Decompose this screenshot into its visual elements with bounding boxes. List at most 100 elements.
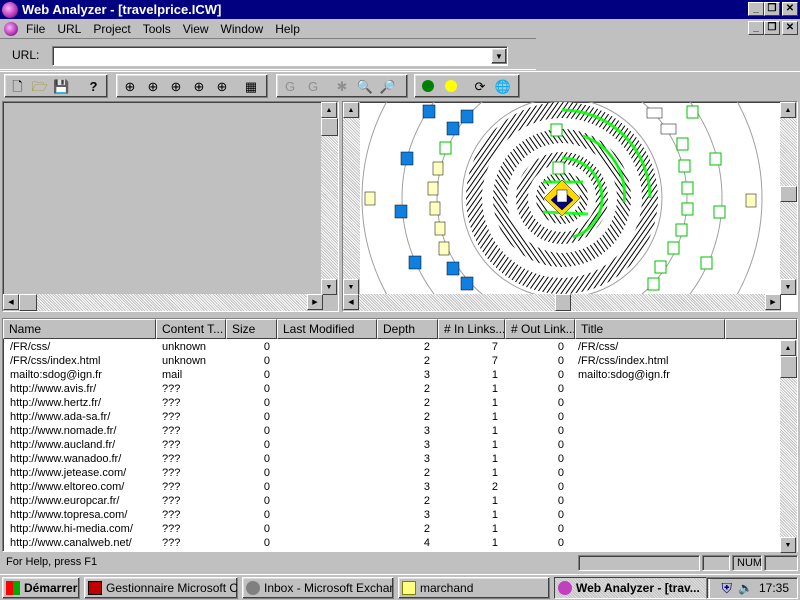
- new-icon[interactable]: 🗋: [7, 75, 28, 97]
- url-combobox[interactable]: ▼: [52, 46, 508, 66]
- back-icon[interactable]: G: [279, 75, 301, 97]
- table-row[interactable]: http://www.hertz.fr/??? 0 2 1 0: [3, 396, 782, 410]
- table-row[interactable]: http://www.ada-sa.fr/??? 0 2 1 0: [3, 410, 782, 424]
- help-icon[interactable]: ?: [83, 75, 104, 97]
- table-cell: [571, 466, 731, 480]
- map-horizontal-scrollbar[interactable]: ◀ ▶: [343, 294, 781, 311]
- map-scroll-up-right-button[interactable]: ▲: [780, 102, 796, 118]
- map-vertical-scrollbar[interactable]: ▲ ▼: [780, 102, 797, 295]
- task-gestionnaire[interactable]: Gestionnaire Microsoft Of...: [84, 577, 238, 599]
- table-row[interactable]: http://www.hi-media.com/??? 0 2 1 0: [3, 522, 782, 536]
- table-cell: 0: [557, 411, 564, 423]
- globe-icon[interactable]: 🌐: [492, 75, 514, 97]
- forward-icon[interactable]: G: [302, 75, 324, 97]
- menu-help[interactable]: Help: [269, 22, 306, 36]
- title-bar[interactable]: Web Analyzer - [travelprice.ICW] _ ❐ ✕: [0, 0, 800, 19]
- table-row[interactable]: http://www.europcar.fr/??? 0 2 1 0: [3, 494, 782, 508]
- column-title-header[interactable]: Title: [575, 319, 725, 339]
- column-content-type-header[interactable]: Content T...: [156, 319, 226, 339]
- refresh-icon[interactable]: ⟳: [469, 75, 491, 97]
- maximize-button[interactable]: ❐: [764, 2, 780, 16]
- menu-view[interactable]: View: [177, 22, 215, 36]
- map-view-2-icon[interactable]: ⊕: [142, 75, 164, 97]
- table-row[interactable]: http://www.wanadoo.fr/??? 0 3 1 0: [3, 452, 782, 466]
- column-size-header[interactable]: Size: [226, 319, 277, 339]
- grid-view-icon[interactable]: ▦: [240, 75, 262, 97]
- table-row[interactable]: http://www.canalweb.net/??? 0 4 1 0: [3, 536, 782, 550]
- map-scroll-left-button[interactable]: ◀: [343, 294, 359, 310]
- zoom-in-icon[interactable]: 🔍: [354, 75, 376, 97]
- map-scroll-down-button[interactable]: ▼: [343, 279, 359, 295]
- column-depth-header[interactable]: Depth: [377, 319, 438, 339]
- clock[interactable]: 17:35: [759, 581, 789, 595]
- map-view-5-icon[interactable]: ⊕: [211, 75, 233, 97]
- shield-icon[interactable]: ⛨: [722, 580, 733, 597]
- menu-project[interactable]: Project: [87, 22, 136, 36]
- map-view-3-icon[interactable]: ⊕: [165, 75, 187, 97]
- volume-icon[interactable]: 🔊: [738, 581, 753, 595]
- scroll-down-button[interactable]: ▼: [321, 279, 337, 295]
- table-row[interactable]: http://www.nomade.fr/??? 0 3 1 0: [3, 424, 782, 438]
- yellow-status-icon[interactable]: [440, 75, 462, 97]
- menu-url[interactable]: URL: [51, 22, 87, 36]
- task-web-analyzer[interactable]: Web Analyzer - [trav...: [554, 577, 710, 599]
- map-scroll-down-right-button[interactable]: ▼: [780, 279, 796, 295]
- menu-file[interactable]: File: [20, 22, 51, 36]
- open-folder-icon[interactable]: 🗁: [29, 75, 50, 97]
- green-status-icon[interactable]: [417, 75, 439, 97]
- save-icon[interactable]: 💾: [51, 75, 72, 97]
- task-marchand[interactable]: marchand: [398, 577, 550, 599]
- site-tree-pane[interactable]: ▲ ▼ ◀ ▶: [2, 101, 339, 312]
- table-row[interactable]: mailto:sdog@ign.fr mail 0 3 1 0 mailto:sdog@ig…: [3, 368, 782, 382]
- table-row[interactable]: http://www.aucland.fr/??? 0 3 1 0: [3, 438, 782, 452]
- links-list-view[interactable]: Name Content T... Size Last Modified Dep…: [2, 318, 798, 553]
- doc-minimize-button[interactable]: _: [748, 21, 764, 35]
- map-scroll-right-button[interactable]: ▶: [765, 294, 781, 310]
- table-row[interactable]: /FR/css/unknown 0 2 7 0/FR/css/: [3, 340, 782, 354]
- minimize-button[interactable]: _: [748, 2, 764, 16]
- close-button[interactable]: ✕: [782, 2, 798, 16]
- zoom-out-icon[interactable]: 🔎: [377, 75, 399, 97]
- column-out-links-header[interactable]: # Out Link...: [505, 319, 575, 339]
- menu-tools[interactable]: Tools: [137, 22, 177, 36]
- table-row[interactable]: /FR/css/index.html unknown 0 2 7 0/FR/css/ind…: [3, 354, 782, 368]
- map-scroll-thumb[interactable]: [780, 186, 797, 202]
- table-row[interactable]: http://www.topresa.com/??? 0 3 1 0: [3, 508, 782, 522]
- task-inbox[interactable]: Inbox - Microsoft Exchange: [242, 577, 394, 599]
- table-cell: http://www.avis.fr/: [10, 383, 97, 395]
- table-cell: [277, 382, 377, 396]
- map-left-scrollbar[interactable]: ▲ ▼: [343, 102, 360, 295]
- web-analyzer-app-icon[interactable]: [2, 1, 18, 18]
- scroll-left-button[interactable]: ◀: [3, 294, 19, 310]
- list-scroll-down-button[interactable]: ▼: [780, 537, 796, 553]
- site-map-pane[interactable]: ▲ ▼ ▲ ▼ ◀ ▶: [342, 101, 798, 312]
- list-scroll-up-button[interactable]: ▲: [780, 340, 796, 356]
- doc-restore-button[interactable]: ❐: [764, 21, 780, 35]
- map-view-1-icon[interactable]: ⊕: [119, 75, 141, 97]
- site-map-graph[interactable]: [343, 102, 781, 295]
- center-icon[interactable]: ✱: [331, 75, 353, 97]
- tree-horizontal-scrollbar[interactable]: ◀ ▶: [3, 294, 323, 311]
- table-row[interactable]: http://www.eltoreo.com/??? 0 3 2 0: [3, 480, 782, 494]
- doc-close-button[interactable]: ✕: [782, 21, 798, 35]
- map-view-4-icon[interactable]: ⊕: [188, 75, 210, 97]
- menu-window[interactable]: Window: [215, 22, 270, 36]
- scroll-up-button[interactable]: ▲: [321, 102, 337, 118]
- tree-vertical-scrollbar[interactable]: ▲ ▼: [321, 102, 338, 295]
- table-cell: [571, 494, 731, 508]
- start-button[interactable]: Démarrer: [2, 577, 80, 599]
- scroll-thumb[interactable]: [321, 118, 338, 136]
- table-row[interactable]: http://www.jetease.com/??? 0 2 1 0: [3, 466, 782, 480]
- url-dropdown-button[interactable]: ▼: [491, 48, 507, 64]
- column-last-modified-header[interactable]: Last Modified: [277, 319, 377, 339]
- column-name-header[interactable]: Name: [3, 319, 156, 339]
- table-row[interactable]: http://www.avis.fr/??? 0 2 1 0: [3, 382, 782, 396]
- scroll-right-button[interactable]: ▶: [307, 294, 323, 310]
- list-vertical-scrollbar[interactable]: ▲ ▼: [780, 340, 797, 553]
- document-icon[interactable]: [4, 21, 18, 36]
- map-scroll-up-button[interactable]: ▲: [343, 102, 359, 118]
- map-hscroll-thumb[interactable]: [555, 294, 571, 311]
- list-scroll-thumb[interactable]: [780, 356, 797, 378]
- column-in-links-header[interactable]: # In Links...: [438, 319, 505, 339]
- scroll-thumb[interactable]: [19, 294, 37, 311]
